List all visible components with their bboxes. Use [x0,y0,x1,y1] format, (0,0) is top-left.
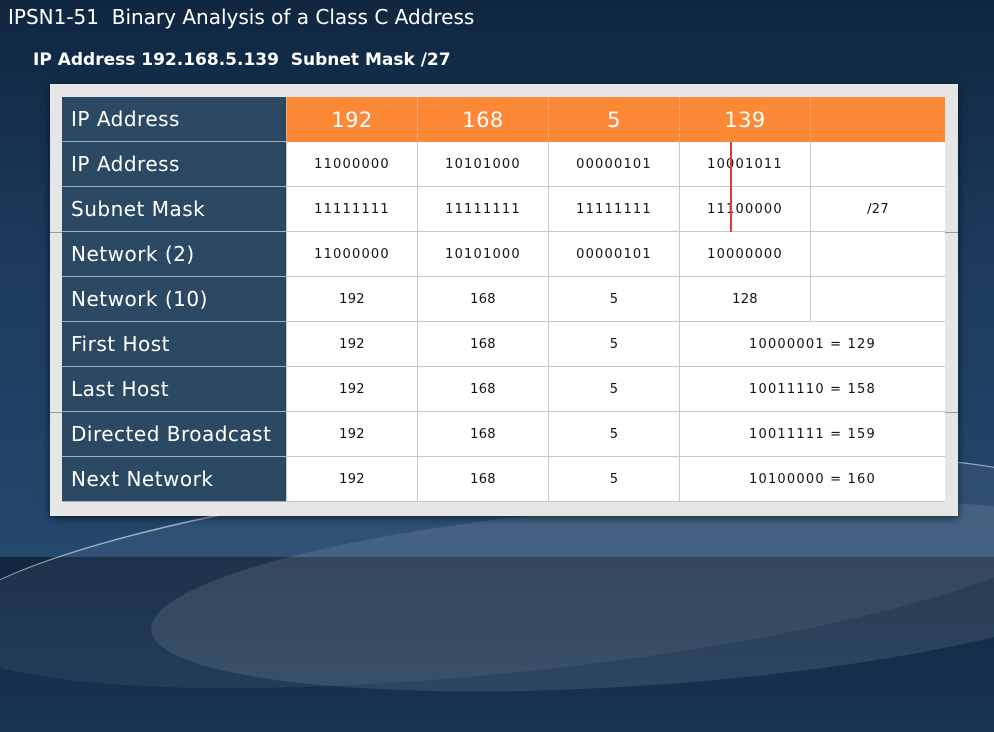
row-label: Last Host [62,367,286,412]
table-row: IP Address 192 168 5 139 [62,97,945,142]
octet-1-cell: 192 [286,97,417,142]
row-label: First Host [62,322,286,367]
octet-4-cell: 139 [679,97,810,142]
octet-2-cell: 10101000 [417,142,548,187]
host-octet-cell: 10100000 = 160 [679,457,945,502]
octet-1-cell: 11111111 [286,187,417,232]
octet-4-cell: 10001011 [679,142,810,187]
octet-3-cell: 11111111 [548,187,679,232]
octet-2-cell: 11111111 [417,187,548,232]
octet-1-cell: 192 [286,457,417,502]
octet-2-cell: 168 [417,97,548,142]
binary-analysis-table: IP Address 192 168 5 139 IP Address 1100… [62,97,945,502]
table-row: Last Host 192 168 5 10011110 = 158 [62,367,945,412]
octet-4-cell: 11100000 [679,187,810,232]
octet-3-cell: 00000101 [548,142,679,187]
row-label: Network (10) [62,277,286,322]
row-label: Network (2) [62,232,286,277]
prefix-cell [810,97,945,142]
octet-3-cell: 5 [548,457,679,502]
octet-4-cell: 10000000 [679,232,810,277]
prefix-cell [810,277,945,322]
octet-1-cell: 192 [286,277,417,322]
row-label: IP Address [62,142,286,187]
table-row: Directed Broadcast 192 168 5 10011111 = … [62,412,945,457]
slide-subtitle: IP Address 192.168.5.139 Subnet Mask /27 [33,50,451,70]
table-row: Network (10) 192 168 5 128 [62,277,945,322]
octet-3-cell: 5 [548,277,679,322]
octet-3-cell: 5 [548,367,679,412]
octet-1-cell: 192 [286,322,417,367]
octet-2-cell: 10101000 [417,232,548,277]
subnet-boundary-marker [730,142,732,232]
host-octet-cell: 10000001 = 129 [679,322,945,367]
prefix-cell: /27 [810,187,945,232]
octet-3-cell: 00000101 [548,232,679,277]
octet-2-cell: 168 [417,322,548,367]
octet-1-cell: 11000000 [286,142,417,187]
table-row: Network (2) 11000000 10101000 00000101 1… [62,232,945,277]
octet-2-cell: 168 [417,457,548,502]
prefix-cell [810,232,945,277]
row-label: Directed Broadcast [62,412,286,457]
row-label: Subnet Mask [62,187,286,232]
host-octet-cell: 10011111 = 159 [679,412,945,457]
octet-3-cell: 5 [548,97,679,142]
table-row: First Host 192 168 5 10000001 = 129 [62,322,945,367]
octet-1-cell: 192 [286,412,417,457]
host-octet-cell: 10011110 = 158 [679,367,945,412]
octet-2-cell: 168 [417,412,548,457]
table-row: Subnet Mask 11111111 11111111 11111111 1… [62,187,945,232]
octet-1-cell: 11000000 [286,232,417,277]
octet-1-cell: 192 [286,367,417,412]
octet-4-cell: 128 [679,277,810,322]
row-label: IP Address [62,97,286,142]
prefix-cell [810,142,945,187]
octet-3-cell: 5 [548,412,679,457]
octet-3-cell: 5 [548,322,679,367]
table-row: Next Network 192 168 5 10100000 = 160 [62,457,945,502]
slide-title: IPSN1-51 Binary Analysis of a Class C Ad… [8,5,475,29]
octet-2-cell: 168 [417,367,548,412]
octet-2-cell: 168 [417,277,548,322]
table-row: IP Address 11000000 10101000 00000101 10… [62,142,945,187]
row-label: Next Network [62,457,286,502]
